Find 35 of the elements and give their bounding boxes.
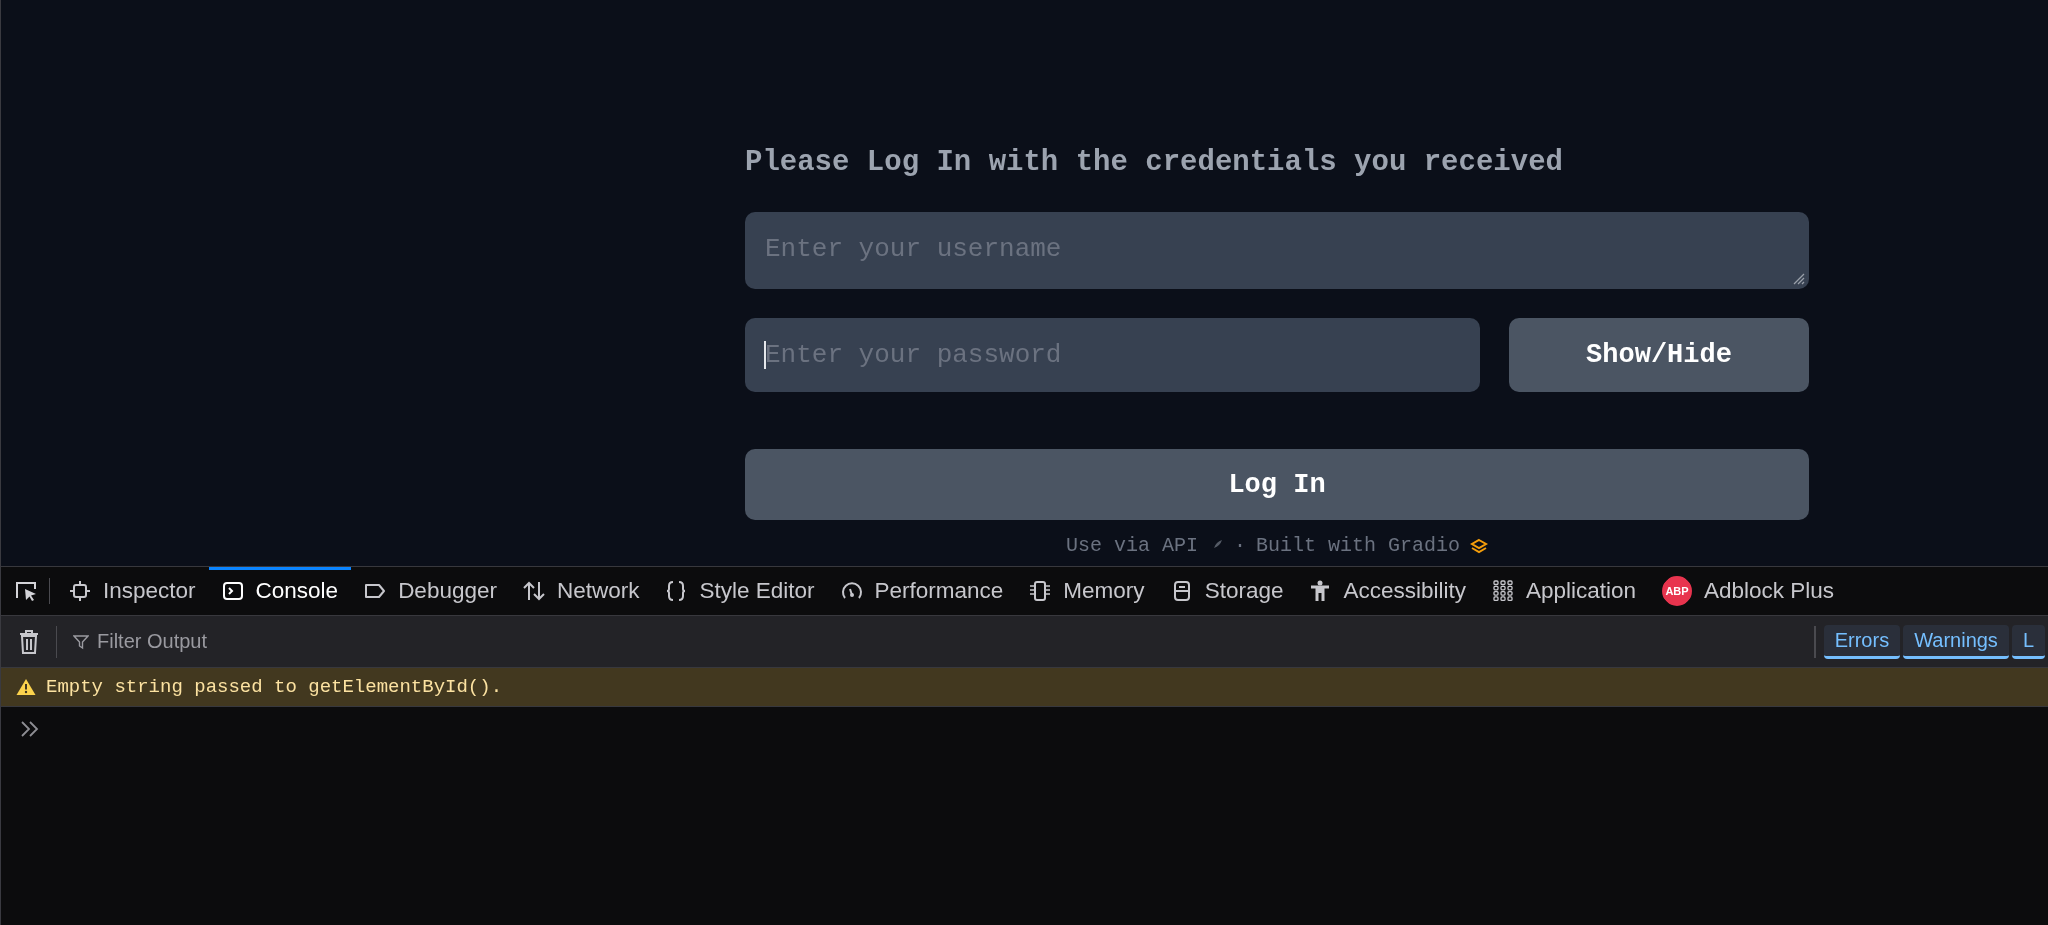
warning-icon (16, 678, 36, 696)
devtools-tab[interactable]: Debugger (351, 567, 510, 615)
log-level-filter[interactable]: L (2011, 624, 2045, 659)
devtools-tab[interactable]: Performance (827, 567, 1017, 615)
up-down-arrows-icon (522, 580, 545, 602)
devtools-tab[interactable]: Network (509, 567, 653, 615)
login-heading: Please Log In with the credentials you received (745, 145, 1564, 181)
devtools-tab[interactable]: ABP Adblock Plus (1649, 567, 1848, 615)
log-level-filter[interactable]: Warnings (1903, 624, 2009, 659)
api-link[interactable]: Use via API (1065, 534, 1198, 557)
inspector-icon (69, 580, 91, 602)
resize-handle-icon (1791, 271, 1805, 285)
grid-icon (1491, 580, 1514, 602)
devtools-tab[interactable]: Storage (1157, 567, 1297, 615)
devtools-tab[interactable]: Style Editor (652, 567, 828, 615)
stop-sign-icon: ABP (1662, 576, 1693, 606)
chip-icon (1029, 580, 1052, 602)
filter-field[interactable]: Filter Output (95, 629, 499, 654)
show-hide-button[interactable]: Show/Hide (1509, 318, 1809, 392)
braces-icon (665, 580, 688, 602)
trash-icon (18, 628, 40, 655)
log-level-filter[interactable]: Errors (1823, 624, 1901, 659)
terminal-icon (221, 580, 244, 602)
login-button[interactable]: Log In (745, 449, 1809, 520)
devtools-tab[interactable]: Memory (1016, 567, 1158, 615)
layers-icon (1470, 537, 1489, 554)
devtools-tab[interactable]: Application (1478, 567, 1650, 615)
gradio-link[interactable]: Built with Gradio (1256, 534, 1461, 557)
person-icon (1309, 580, 1332, 602)
devtools-tab[interactable]: Accessibility (1296, 567, 1479, 615)
filter-icon (73, 633, 89, 650)
devtools-tab[interactable]: Inspector (56, 567, 209, 615)
console-message: Empty string passed to getElementById(). (46, 676, 503, 698)
prompt-chevrons-icon (19, 720, 41, 738)
separator-dot: · (1234, 534, 1246, 557)
